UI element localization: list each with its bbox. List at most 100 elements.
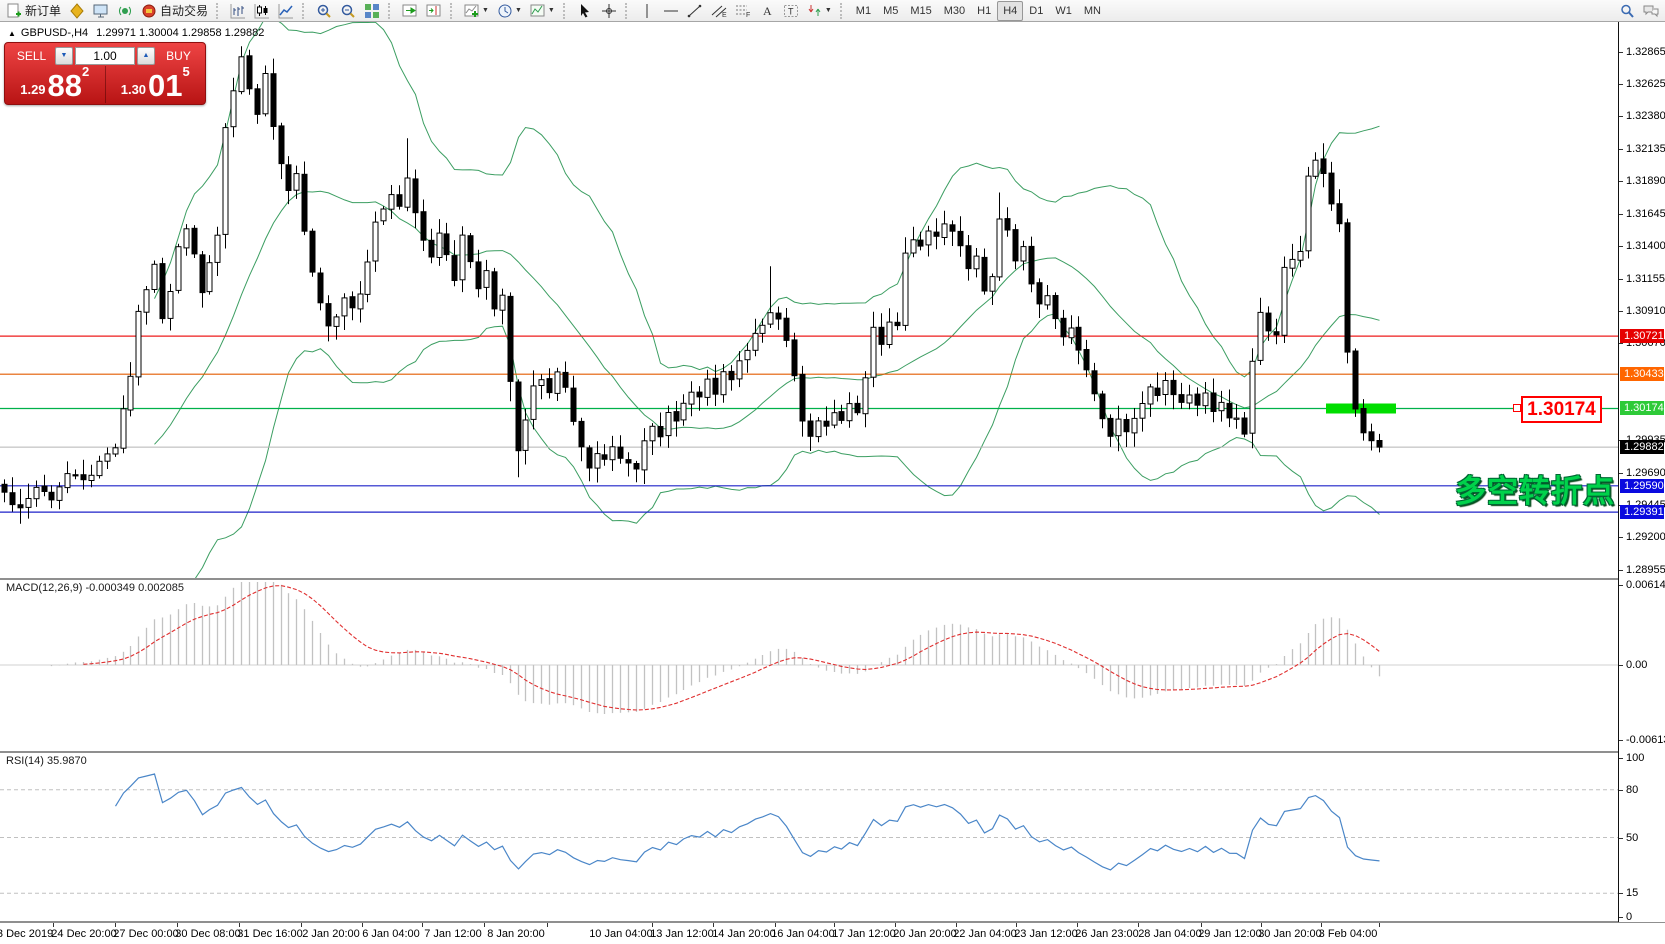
fibonacci-button[interactable]: F (731, 0, 755, 22)
label-icon: T (783, 3, 799, 19)
templates-button[interactable]: ▼ (526, 0, 559, 22)
buy-button[interactable]: BUY (155, 49, 202, 63)
timeframe-m5-button[interactable]: M5 (877, 1, 904, 21)
volume-increase-button[interactable]: ▲ (137, 47, 155, 65)
time-tick (177, 923, 178, 927)
mt4-window: 新订单自动交易▼▼▼EFAT▼M1M5M15M30H1H4D1W1MN ▲GBP… (0, 0, 1665, 944)
time-label: 17 Jan 12:00 (832, 928, 896, 940)
periods-button[interactable]: ▼ (493, 0, 526, 22)
rsi-indicator-label: RSI(14) 35.9870 (6, 755, 87, 767)
buy-price-display[interactable]: 1.30 01 5 (106, 66, 206, 103)
axis-label: 50 (1626, 832, 1638, 844)
text-button[interactable]: A (755, 0, 779, 22)
time-tick (422, 923, 423, 927)
autotrading-button[interactable]: 自动交易 (137, 0, 212, 22)
time-label: 24 Dec 20:00 (51, 928, 116, 940)
timeframe-h4-button[interactable]: H4 (997, 1, 1023, 21)
signals-button[interactable] (113, 0, 137, 22)
time-label: 30 Dec 08:00 (175, 928, 240, 940)
search-icon (1619, 3, 1635, 19)
axis-tick (1619, 52, 1623, 53)
text-icon: A (759, 3, 775, 19)
cursor-button[interactable] (573, 0, 597, 22)
price-tag-anchor[interactable] (1513, 404, 1521, 412)
axis-label: 1.29200 (1626, 531, 1665, 543)
time-tick (1077, 923, 1078, 927)
time-axis[interactable]: 23 Dec 201924 Dec 20:0027 Dec 00:0030 De… (0, 923, 1618, 944)
new-order-button-label: 新订单 (25, 2, 61, 19)
search-button[interactable] (1615, 0, 1639, 22)
label-button[interactable]: T (779, 0, 803, 22)
bars-icon (230, 3, 246, 19)
timeframe-h1-button[interactable]: H1 (971, 1, 997, 21)
volume-decrease-button[interactable]: ▼ (55, 47, 73, 65)
chat-button[interactable] (1639, 0, 1663, 22)
terminal-button[interactable] (89, 0, 113, 22)
timeframe-w1-button[interactable]: W1 (1049, 1, 1078, 21)
trendline-button[interactable] (683, 0, 707, 22)
axis-label: 0.00 (1626, 659, 1647, 671)
time-label: 22 Jan 04:00 (953, 928, 1017, 940)
sell-button[interactable]: SELL (8, 49, 55, 63)
chart-shift-button[interactable] (422, 0, 446, 22)
axis-tick (1619, 84, 1623, 85)
timeframe-d1-button[interactable]: D1 (1023, 1, 1049, 21)
chart-area[interactable]: ▲GBPUSD-,H41.29971 1.30004 1.29858 1.298… (0, 22, 1665, 944)
metaeditor-button[interactable] (65, 0, 89, 22)
axis-tick (1619, 838, 1623, 839)
channel-button[interactable]: E (707, 0, 731, 22)
axis-tick (1619, 149, 1623, 150)
chevron-down-icon: ▼ (825, 7, 832, 14)
tile-windows-button[interactable] (360, 0, 384, 22)
auto-scroll-button[interactable] (398, 0, 422, 22)
chinese-annotation-text[interactable]: 多空转折点 (1455, 466, 1615, 511)
line-icon (278, 3, 294, 19)
zoom-in-button[interactable] (312, 0, 336, 22)
autotrading-button-label: 自动交易 (160, 2, 208, 19)
zoom-out-button[interactable] (336, 0, 360, 22)
pane-separator[interactable] (0, 578, 1665, 581)
vline-button[interactable] (635, 0, 659, 22)
axis-label: 100 (1626, 752, 1644, 764)
main-chart-canvas[interactable] (0, 22, 1618, 578)
sell-price-display[interactable]: 1.29 88 2 (5, 66, 106, 103)
crosshair-button[interactable] (597, 0, 621, 22)
bar-chart-button[interactable] (226, 0, 250, 22)
price-axis[interactable]: 1.328651.326251.323801.321351.318901.316… (1618, 22, 1665, 922)
ohlc-values: 1.29971 1.30004 1.29858 1.29882 (96, 27, 264, 39)
pane-separator[interactable] (0, 751, 1665, 754)
toolbar-separator (216, 3, 223, 19)
zoom-out-icon (340, 3, 356, 19)
axis-tick (1619, 181, 1623, 182)
collapse-triangle-icon[interactable]: ▲ (8, 29, 16, 38)
macd-pane-canvas[interactable] (0, 580, 1618, 751)
indicators-button[interactable]: ▼ (460, 0, 493, 22)
timeframe-m15-button[interactable]: M15 (904, 1, 937, 21)
time-tick (547, 923, 548, 927)
time-label: 16 Jan 04:00 (771, 928, 835, 940)
axis-tick (1619, 917, 1623, 918)
periods-icon (497, 3, 513, 19)
arrows-button[interactable]: ▼ (803, 0, 836, 22)
metaeditor-icon (69, 3, 85, 19)
candlestick-chart-button[interactable] (250, 0, 274, 22)
hline-button[interactable] (659, 0, 683, 22)
rsi-pane-canvas[interactable] (0, 753, 1618, 922)
timeframe-mn-button[interactable]: MN (1078, 1, 1107, 21)
axis-tick (1619, 214, 1623, 215)
timeframe-m30-button[interactable]: M30 (938, 1, 971, 21)
price-level-label: 1.29391 (1620, 505, 1664, 519)
axis-label: 1.32865 (1626, 46, 1665, 58)
axis-label: 1.31155 (1626, 273, 1665, 285)
volume-input[interactable]: 1.00 (75, 47, 135, 65)
axis-label: 1.31645 (1626, 208, 1665, 220)
toolbar-separator (388, 3, 395, 19)
fibo-icon: F (735, 3, 751, 19)
axis-label: 1.28955 (1626, 564, 1665, 576)
line-chart-button[interactable] (274, 0, 298, 22)
time-label: 2 Jan 20:00 (302, 928, 360, 940)
new-order-button[interactable]: 新订单 (2, 0, 65, 22)
time-label: 8 Jan 20:00 (487, 928, 545, 940)
price-tag-1.30174[interactable]: 1.30174 (1521, 396, 1602, 423)
timeframe-m1-button[interactable]: M1 (850, 1, 877, 21)
